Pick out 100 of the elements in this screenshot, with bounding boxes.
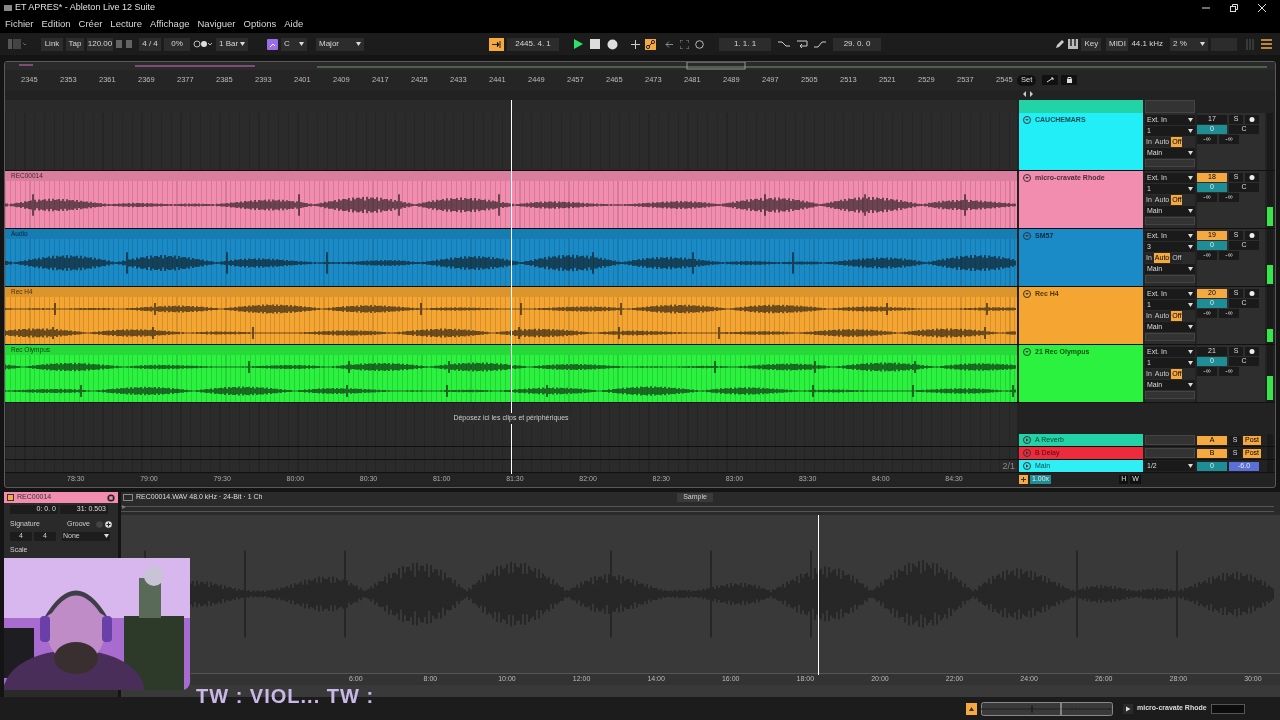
fold-icon[interactable] [1023, 290, 1031, 298]
dropdown-value: 2 % [1173, 38, 1187, 50]
menu-item[interactable]: Créer [78, 17, 103, 32]
loop-circle-icon[interactable] [695, 39, 704, 49]
arm-icon[interactable] [1245, 231, 1259, 240]
record-icon[interactable] [607, 38, 618, 50]
caret-icon [1188, 176, 1193, 180]
tempo-field[interactable]: 120.00 [87, 37, 113, 51]
capture-icon[interactable] [680, 39, 689, 49]
fold-icon[interactable] [1023, 174, 1031, 182]
close-icon[interactable] [1258, 4, 1266, 12]
back-icon[interactable] [665, 39, 674, 49]
signature-field[interactable]: 4 / 4 [139, 37, 161, 51]
zoom-toggle-icon[interactable] [1019, 474, 1028, 484]
key-map-button[interactable]: Key [1081, 37, 1102, 51]
level-meter-fill [1267, 328, 1273, 342]
expand-icon[interactable] [1042, 75, 1059, 85]
level-meter-fill [1267, 376, 1273, 400]
automation-arm-icon[interactable] [645, 38, 656, 50]
arm-icon[interactable] [1245, 347, 1259, 356]
scroll-arrows-icon[interactable] [1021, 90, 1035, 98]
empty-slot [1145, 435, 1195, 445]
arm-icon[interactable] [1245, 115, 1259, 124]
scale-mode-icon[interactable] [267, 38, 278, 50]
view-toggle-icon[interactable] [8, 39, 26, 49]
cpu-meter[interactable]: 2 % [1170, 37, 1208, 51]
link-button[interactable]: Link [41, 37, 63, 51]
fold-icon[interactable] [1023, 116, 1031, 124]
overlay-caption: TW : VIOL... TW : [196, 686, 375, 706]
metronome-icon[interactable] [193, 39, 213, 49]
play-circle-icon[interactable] [1023, 462, 1031, 470]
caret-icon [356, 42, 361, 46]
file-icon [123, 494, 133, 501]
pencil-icon[interactable] [1055, 39, 1066, 49]
restore-icon[interactable] [1230, 4, 1238, 12]
caret-icon [1188, 118, 1193, 122]
quantize-dropdown[interactable]: 1 Bar [216, 37, 248, 51]
caret-icon [240, 42, 245, 46]
loop-length-field[interactable]: 29. 0. 0 [833, 37, 881, 51]
caret-icon [1188, 383, 1193, 387]
sample-rate-label: 44.1 kHz [1131, 38, 1163, 50]
caret-icon [1188, 151, 1193, 155]
arm-icon[interactable] [1245, 289, 1259, 298]
caret-icon [1188, 209, 1193, 213]
play-small-icon[interactable] [1123, 703, 1133, 714]
caret-icon [1188, 234, 1193, 238]
dropdown-value: Major [319, 38, 339, 50]
groove-field[interactable]: 0% [164, 37, 190, 51]
caret-icon [1188, 267, 1193, 271]
tap-button[interactable]: Tap [66, 37, 84, 51]
menu-item[interactable]: Naviguer [197, 17, 236, 32]
arm-icon[interactable] [1245, 173, 1259, 182]
caret-icon [1188, 303, 1193, 307]
level-meter-fill [1267, 265, 1273, 284]
caret-icon [1200, 42, 1205, 46]
caret-icon [1188, 361, 1193, 365]
loop-icon[interactable] [796, 39, 808, 49]
hide-panel-icon[interactable] [966, 702, 977, 715]
fade-out-icon[interactable] [814, 39, 826, 49]
empty-slot [1145, 448, 1195, 458]
dropdown-value: 1 Bar [219, 38, 239, 50]
clip-color-icon [7, 494, 14, 501]
level-meter-fill [1267, 207, 1273, 226]
caret-icon [1188, 187, 1193, 191]
caret-icon [1188, 464, 1193, 468]
midi-map-button[interactable]: MIDI [1106, 37, 1129, 51]
piano-icon[interactable] [1068, 39, 1079, 49]
marker-lane[interactable] [121, 503, 1274, 515]
fold-icon[interactable] [1023, 348, 1031, 356]
caret-icon [104, 534, 109, 538]
lock-icon[interactable] [1061, 75, 1078, 85]
follow-icon[interactable] [489, 37, 504, 51]
menu-item[interactable]: Affichage [150, 17, 190, 32]
fade-in-icon[interactable] [778, 39, 790, 49]
menu-item[interactable]: Options [243, 17, 277, 32]
grid-label: 2/1 [1002, 461, 1015, 471]
key-dropdown[interactable]: C [281, 37, 307, 51]
menu-icon[interactable] [1261, 39, 1272, 49]
caret-icon [1188, 245, 1193, 249]
play-circle-icon[interactable] [1023, 436, 1031, 444]
minimize-icon[interactable] [1202, 4, 1210, 12]
caret-icon [1188, 129, 1193, 133]
window-title: ET APRES* - Ableton Live 12 Suite [15, 1, 155, 15]
clip-overview[interactable] [981, 701, 1113, 716]
caret-icon [1188, 292, 1193, 296]
menu-item[interactable]: Lecture [110, 17, 143, 32]
play-icon[interactable] [572, 38, 584, 50]
caret-icon [299, 42, 304, 46]
mini-meter [1210, 703, 1245, 714]
app-icon [4, 4, 12, 12]
caret-icon [1188, 325, 1193, 329]
menu-item[interactable]: Edition [41, 17, 71, 32]
loop-start-field[interactable]: 1. 1. 1 [719, 37, 771, 51]
add-icon[interactable] [105, 520, 112, 528]
fold-icon[interactable] [1023, 232, 1031, 240]
dropdown-value: C [284, 38, 290, 50]
menu-item[interactable]: Aide [284, 17, 304, 32]
menu-item[interactable]: Fichier [5, 17, 34, 32]
position-field[interactable]: 2445. 4. 1 [507, 37, 559, 51]
scale-dropdown[interactable]: Major [316, 37, 364, 51]
